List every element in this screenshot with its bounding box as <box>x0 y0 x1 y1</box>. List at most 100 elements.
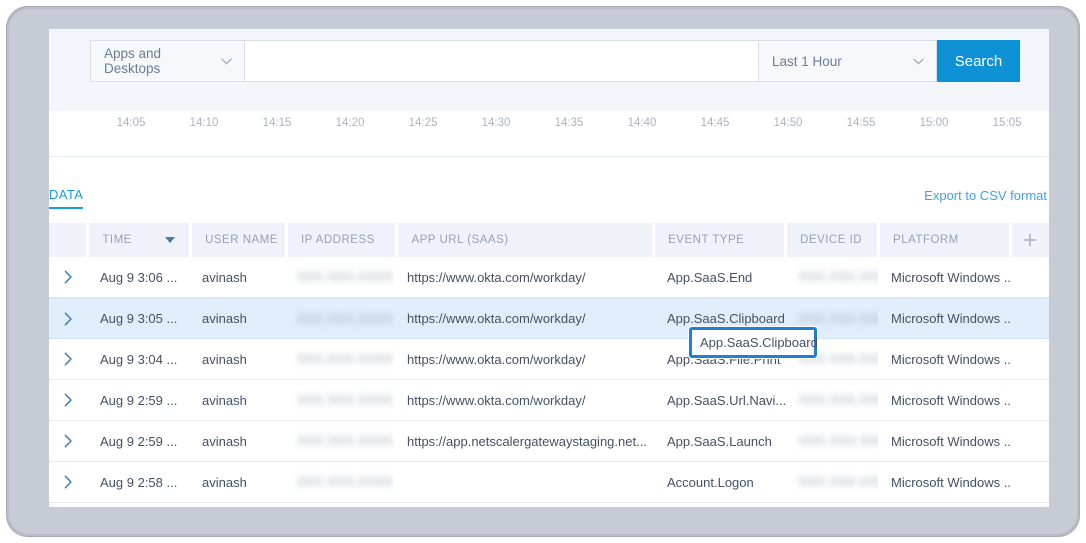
chart-time-axis: 14:05 14:10 14:15 14:20 14:25 14:30 14:35 14:40… <box>49 111 1049 157</box>
cell-app-url: https://www.okta.com/workday/ <box>407 269 586 285</box>
sort-caret-down-icon[interactable] <box>165 237 176 243</box>
cell-time: Aug 9 2:59 ... <box>100 433 178 449</box>
cell-spacer <box>1010 462 1048 502</box>
chevron-down-icon <box>221 58 232 65</box>
cell-ip-address: XXX.XXX.XXXX.. <box>284 462 394 502</box>
results-tab-row: DATA Export to CSV format <box>49 179 1049 221</box>
column-header-event_type[interactable]: EVENT TYPE <box>655 223 785 257</box>
cell-device-id: XXX.XXX.XXXX <box>786 421 878 461</box>
cell-app-url: https://app.netscalergatewaystaging.net.… <box>407 433 647 449</box>
events-table: TIME USER NAME IP ADDRESS APP URL (SAAS) EVE… <box>49 223 1049 503</box>
column-header-expander[interactable] <box>49 223 87 257</box>
export-csv-link[interactable]: Export to CSV format <box>924 188 1047 203</box>
axis-tick-label: 14:40 <box>627 117 657 129</box>
app-canvas: Apps and Desktops Last 1 Hour Search 14:… <box>49 29 1049 507</box>
table-row[interactable]: Aug 9 3:04 ... avinash XXX.XXX.XXXX.. https… <box>49 339 1049 380</box>
cell-platform: Microsoft Windows ... <box>891 269 1010 285</box>
search-button[interactable]: Search <box>937 40 1020 82</box>
column-header-label: EVENT TYPE <box>668 234 745 246</box>
row-expander-button[interactable] <box>49 462 87 502</box>
chevron-right-icon <box>64 475 72 489</box>
cell-time: Aug 9 3:05 ... <box>100 311 178 326</box>
chevron-right-icon <box>64 434 72 448</box>
cell-device-id: XXX.XXX.XXXX <box>786 462 878 502</box>
cell-app-url <box>394 462 654 502</box>
table-row[interactable]: Aug 9 2:58 ... avinash XXX.XXX.XXXX.. Accou… <box>49 462 1049 503</box>
column-header-ip_address[interactable]: IP ADDRESS <box>287 223 396 257</box>
cell-event-type: App.SaaS.End <box>667 269 753 285</box>
cell-spacer <box>1010 299 1048 338</box>
cell-event-type: App.SaaS.Url.Navi... <box>667 392 786 408</box>
axis-tick-label: 14:20 <box>335 117 365 129</box>
axis-tick-label: 14:25 <box>408 117 438 129</box>
column-header-platform[interactable]: PLATFORM <box>880 223 1009 257</box>
chevron-down-icon <box>913 58 924 65</box>
chevron-right-icon <box>64 270 72 284</box>
cell-device-id: XXX.XXX.XXXX <box>786 380 878 420</box>
column-header-label: PLATFORM <box>893 234 959 246</box>
cell-spacer <box>1010 380 1048 420</box>
cell-user-name: avinash <box>202 269 247 285</box>
cell-user-name: avinash <box>202 311 247 326</box>
column-header-label: APP URL (SAAS) <box>411 234 509 246</box>
highlight-callout-event-type[interactable]: App.SaaS.Clipboard <box>689 327 818 358</box>
search-controls-row: Apps and Desktops Last 1 Hour Search <box>90 40 1020 82</box>
column-header-label: TIME <box>102 234 132 246</box>
column-header-label: DEVICE ID <box>800 234 863 246</box>
column-header-app_url[interactable]: APP URL (SAAS) <box>398 223 653 257</box>
row-expander-button[interactable] <box>49 299 87 338</box>
masked-value: XXX.XXX.XXXX <box>799 393 878 407</box>
column-header-device_id[interactable]: DEVICE ID <box>787 223 878 257</box>
axis-tick-label: 14:45 <box>700 117 730 129</box>
cell-spacer <box>1010 421 1048 461</box>
masked-value: XXX.XXX.XXXX <box>297 393 394 407</box>
category-select-label: Apps and Desktops <box>104 46 162 76</box>
axis-divider <box>49 156 1049 157</box>
search-input[interactable] <box>255 52 748 70</box>
column-header-time[interactable]: TIME <box>89 223 190 257</box>
cell-ip-address: XXX.XXX.XXXX.. <box>284 299 394 338</box>
row-expander-button[interactable] <box>49 339 87 379</box>
row-expander-button[interactable] <box>49 257 87 297</box>
search-input-wrapper[interactable] <box>245 40 759 82</box>
column-header-add_column[interactable] <box>1011 223 1049 257</box>
cell-user-name: avinash <box>202 392 247 408</box>
tab-data[interactable]: DATA <box>49 187 84 209</box>
cell-event-type: Account.Logon <box>667 474 754 490</box>
cell-app-url: https://www.okta.com/workday/ <box>407 311 586 326</box>
table-body: Aug 9 3:06 ... avinash XXX.XXX.XXXX.. https… <box>49 257 1049 503</box>
cell-ip-address: XXX.XXX.XXXX.. <box>284 339 394 379</box>
cell-app-url: https://www.okta.com/workday/ <box>407 351 586 367</box>
table-row[interactable]: Aug 9 2:59 ... avinash XXX.XXX.XXXX.. https… <box>49 380 1049 421</box>
column-header-label: IP ADDRESS <box>300 234 375 246</box>
column-header-label: USER NAME <box>205 234 278 246</box>
cell-platform: Microsoft Windows ... <box>891 351 1010 367</box>
chevron-right-icon <box>64 393 72 407</box>
cell-user-name: avinash <box>202 433 247 449</box>
cell-time: Aug 9 3:06 ... <box>100 269 178 285</box>
row-expander-button[interactable] <box>49 421 87 461</box>
table-header-row: TIME USER NAME IP ADDRESS APP URL (SAAS) EVE… <box>49 223 1049 257</box>
time-range-select[interactable]: Last 1 Hour <box>759 40 937 82</box>
chevron-right-icon <box>64 312 72 325</box>
table-row[interactable]: Aug 9 2:59 ... avinash XXX.XXX.XXXX.. https… <box>49 421 1049 462</box>
time-range-label: Last 1 Hour <box>772 53 842 69</box>
masked-value: XXX.XXX.XXXX <box>297 434 394 448</box>
masked-value: XXX.XXX.XXXX <box>297 352 394 366</box>
masked-value: XXX.XXX.XXXX <box>297 311 394 326</box>
masked-value: XXX.XXX.XXXX <box>799 311 878 326</box>
axis-tick-label: 14:35 <box>554 117 584 129</box>
row-expander-button[interactable] <box>49 380 87 420</box>
category-select[interactable]: Apps and Desktops <box>90 40 245 82</box>
table-row[interactable]: Aug 9 3:06 ... avinash XXX.XXX.XXXX.. https… <box>49 257 1049 298</box>
axis-tick-label: 14:15 <box>262 117 292 129</box>
cell-platform: Microsoft Windows ... <box>891 311 1010 326</box>
axis-tick-label: 14:05 <box>116 117 146 129</box>
table-row[interactable]: Aug 9 3:05 ... avinash XXX.XXX.XXXX.. https… <box>49 298 1049 339</box>
cell-ip-address: XXX.XXX.XXXX.. <box>284 380 394 420</box>
axis-tick-label: 14:30 <box>481 117 511 129</box>
axis-tick-label: 15:00 <box>919 117 949 129</box>
window-frame: Apps and Desktops Last 1 Hour Search 14:… <box>6 6 1080 537</box>
column-header-user_name[interactable]: USER NAME <box>192 223 285 257</box>
masked-value: XXX.XXX.XXXX <box>799 270 878 284</box>
